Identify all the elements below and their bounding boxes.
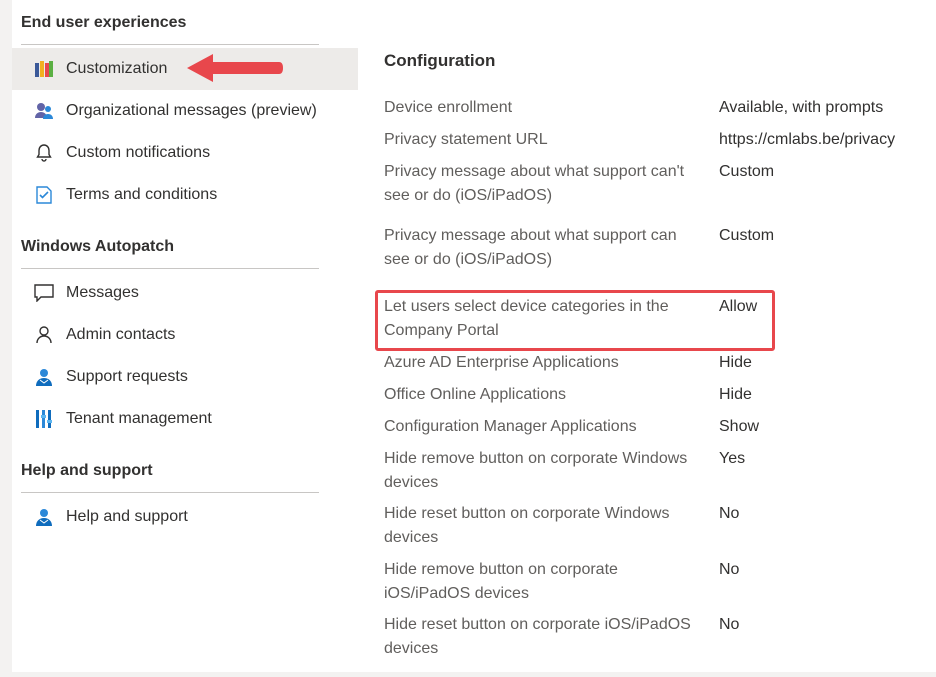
- config-row-label: Hide remove button on corporate iOS/iPad…: [384, 561, 618, 602]
- config-row-label: Device enrollment: [384, 99, 513, 116]
- sidebar-item-terms-and-conditions[interactable]: Terms and conditions: [12, 174, 358, 216]
- sidebar-item-label: Tenant management: [66, 410, 212, 427]
- org-messages-icon: [34, 101, 54, 121]
- sidebar-item-label: Admin contacts: [66, 326, 176, 343]
- sidebar-item-label: Terms and conditions: [66, 186, 218, 203]
- config-row-label: Azure AD Enterprise Applications: [384, 354, 619, 371]
- config-row-label: Hide reset button on corporate Windows d…: [384, 505, 670, 546]
- configuration-title: Configuration: [384, 51, 496, 70]
- config-row-value: Custom: [719, 227, 775, 244]
- config-row-value: Custom: [719, 163, 775, 180]
- sidebar-item-label: Support requests: [66, 368, 188, 385]
- annotation-arrow-icon: [187, 54, 283, 82]
- terms-icon: [34, 185, 54, 205]
- config-row-value: No: [719, 505, 740, 522]
- config-row-label: Office Online Applications: [384, 386, 567, 403]
- divider: [21, 492, 319, 493]
- support-person-icon: [34, 507, 54, 527]
- sidebar-item-label: Messages: [66, 284, 139, 301]
- divider: [21, 268, 319, 269]
- sidebar-item-messages[interactable]: Messages: [12, 272, 358, 314]
- support-person-icon: [34, 367, 54, 387]
- config-row-value: Available, with prompts: [719, 99, 884, 116]
- bell-icon: [34, 143, 54, 163]
- tenant-bars-icon: [34, 409, 54, 429]
- sidebar-item-help-and-support[interactable]: Help and support: [12, 496, 358, 538]
- config-row-value: No: [719, 561, 740, 578]
- sidebar-item-label: Custom notifications: [66, 144, 211, 161]
- sidebar-item-label: Help and support: [66, 508, 188, 525]
- config-row-value: Hide: [719, 386, 752, 403]
- sidebar-item-support-requests[interactable]: Support requests: [12, 356, 358, 398]
- sidebar-item-custom-notifications[interactable]: Custom notifications: [12, 132, 358, 174]
- divider: [21, 44, 319, 45]
- config-row-value: Yes: [719, 450, 746, 467]
- sidebar-item-label: Customization: [66, 60, 168, 77]
- sidebar-item-label: Organizational messages (preview): [66, 102, 317, 119]
- config-row-label: Hide remove button on corporate Windows …: [384, 450, 688, 491]
- group-title-windows-autopatch: Windows Autopatch: [21, 238, 175, 255]
- config-row-value: Show: [719, 418, 760, 435]
- config-row-label: Privacy message about what support can s…: [384, 227, 677, 268]
- sidebar-item-tenant-management[interactable]: Tenant management: [12, 398, 358, 440]
- person-icon: [34, 325, 54, 345]
- sidebar-item-organizational-messages[interactable]: Organizational messages (preview): [12, 90, 358, 132]
- sidebar-item-admin-contacts[interactable]: Admin contacts: [12, 314, 358, 356]
- message-icon: [34, 283, 54, 303]
- group-title-end-user-experiences: End user experiences: [21, 14, 187, 31]
- config-row-label: Privacy message about what support can't…: [384, 163, 685, 204]
- group-title-help-and-support: Help and support: [21, 462, 153, 479]
- config-row-label: Hide reset button on corporate iOS/iPadO…: [384, 616, 691, 657]
- config-row-value: Hide: [719, 354, 752, 371]
- config-row-value: No: [719, 616, 740, 633]
- highlight-box: [375, 290, 775, 351]
- config-row-label: Configuration Manager Applications: [384, 418, 637, 435]
- customization-icon: [34, 59, 54, 79]
- config-row-value: https://cmlabs.be/privacy: [719, 131, 896, 148]
- config-row-label: Privacy statement URL: [384, 131, 548, 148]
